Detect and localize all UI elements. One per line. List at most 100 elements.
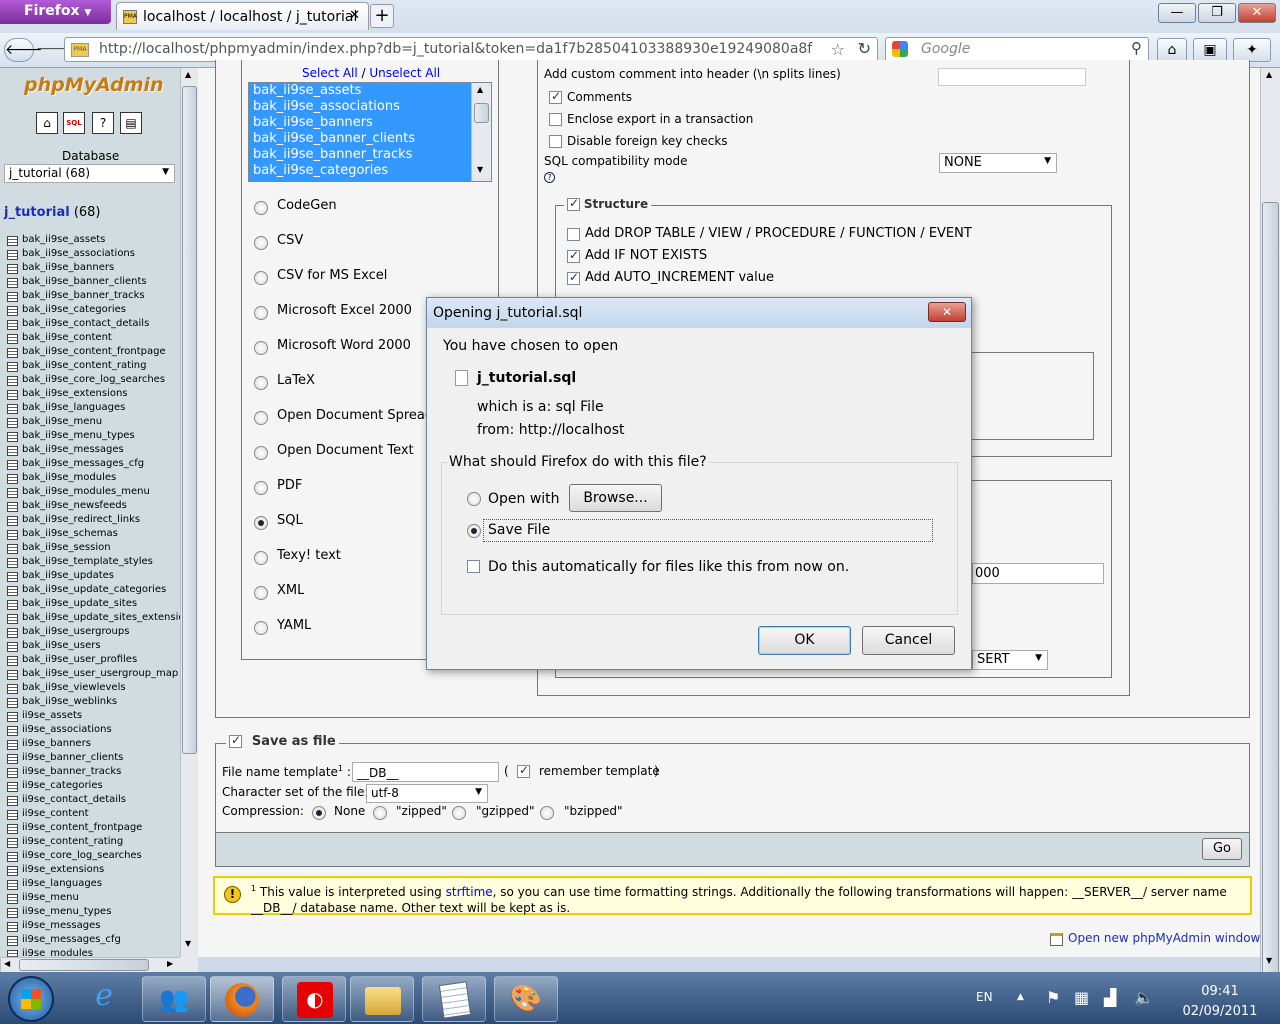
comments-checkbox[interactable]	[549, 89, 562, 104]
sidebar-table-item[interactable]: bak_ii9se_languages	[0, 401, 180, 415]
back-button[interactable]: 🡐	[4, 38, 43, 62]
language-indicator[interactable]: EN	[976, 990, 993, 1004]
save-as-file-checkbox[interactable]	[229, 733, 242, 748]
current-database[interactable]: j_tutorial (68)	[4, 205, 101, 220]
network-icon[interactable]: ▟	[1104, 988, 1116, 1007]
selected-table-option[interactable]: bak_ii9se_banners	[249, 115, 471, 131]
firefox-menu-button[interactable]: Firefox ▼	[0, 0, 111, 24]
sidebar-table-item[interactable]: bak_ii9se_assets	[0, 233, 180, 247]
sidebar-table-item[interactable]: ii9se_content	[0, 807, 180, 821]
sidebar-table-item[interactable]: ii9se_banner_tracks	[0, 765, 180, 779]
compat-mode-select[interactable]: NONE	[939, 153, 1057, 173]
sidebar-table-item[interactable]: bak_ii9se_user_profiles	[0, 653, 180, 667]
compression-radio[interactable]	[452, 806, 466, 820]
sidebar-table-item[interactable]: bak_ii9se_weblinks	[0, 695, 180, 709]
compression-radio[interactable]	[312, 806, 326, 820]
close-window-button[interactable]: ✕	[1238, 3, 1276, 23]
sidebar-table-item[interactable]: ii9se_content_rating	[0, 835, 180, 849]
sidebar-table-item[interactable]: bak_ii9se_updates	[0, 569, 180, 583]
new-window-link[interactable]: Open new phpMyAdmin window	[1068, 931, 1260, 945]
selected-table-option[interactable]: bak_ii9se_banner_tracks	[249, 147, 471, 163]
scroll-down-icon[interactable]: ▼	[185, 939, 191, 948]
search-input[interactable]: Google ⚲	[885, 37, 1149, 62]
sidebar-table-item[interactable]: bak_ii9se_banner_tracks	[0, 289, 180, 303]
format-radio[interactable]	[254, 341, 268, 355]
query-window-icon[interactable]: ?	[92, 112, 114, 134]
format-radio[interactable]	[254, 236, 268, 250]
main-scroll-thumb[interactable]	[1262, 202, 1279, 1022]
sidebar-scrollbar[interactable]: ▲ ▼	[180, 68, 198, 957]
auto-increment-checkbox[interactable]	[567, 270, 580, 285]
format-radio[interactable]	[254, 551, 268, 565]
strftime-link[interactable]: strftime	[446, 885, 493, 899]
sidebar-table-item[interactable]: bak_ii9se_update_sites_extensio	[0, 611, 180, 625]
sidebar-table-item[interactable]: bak_ii9se_user_usergroup_map	[0, 667, 180, 681]
save-file-radio[interactable]	[467, 524, 481, 538]
sidebar-table-item[interactable]: bak_ii9se_core_log_searches	[0, 373, 180, 387]
tab-localhost[interactable]: PMA localhost / localhost / j_tutorial ✕	[116, 2, 369, 30]
sidebar-table-item[interactable]: bak_ii9se_update_categories	[0, 583, 180, 597]
database-select[interactable]: j_tutorial (68)	[4, 164, 175, 183]
format-radio[interactable]	[254, 481, 268, 495]
sidebar-table-item[interactable]: bak_ii9se_associations	[0, 247, 180, 261]
scroll-up-icon[interactable]: ▲	[185, 70, 191, 79]
sidebar-table-item[interactable]: ii9se_extensions	[0, 863, 180, 877]
help-icon[interactable]: ?	[544, 172, 555, 183]
scroll-left-icon[interactable]: ◀	[4, 959, 10, 968]
format-radio[interactable]	[254, 271, 268, 285]
insert-type-select[interactable]: SERT	[972, 650, 1048, 670]
sidebar-table-item[interactable]: bak_ii9se_messages_cfg	[0, 457, 180, 471]
format-radio[interactable]	[254, 621, 268, 635]
cancel-button[interactable]: Cancel	[862, 626, 955, 655]
sidebar-table-item[interactable]: bak_ii9se_banners	[0, 261, 180, 275]
transaction-checkbox[interactable]	[549, 113, 562, 126]
sidebar-table-item[interactable]: bak_ii9se_session	[0, 541, 180, 555]
home-button[interactable]: ⌂	[1157, 38, 1187, 62]
tab-close-icon[interactable]: ✕	[349, 8, 360, 23]
sidebar-table-item[interactable]: bak_ii9se_modules_menu	[0, 485, 180, 499]
url-bar[interactable]: PMA http://localhost/phpmyadmin/index.ph…	[64, 37, 878, 62]
sidebar-table-item[interactable]: bak_ii9se_contact_details	[0, 317, 180, 331]
sidebar-table-item[interactable]: ii9se_messages	[0, 919, 180, 933]
structure-checkbox[interactable]	[567, 196, 580, 211]
compression-radio[interactable]	[540, 806, 554, 820]
sql-query-icon[interactable]: SQL	[63, 112, 85, 134]
template-input[interactable]: __DB__	[352, 762, 499, 782]
sidebar-table-item[interactable]: bak_ii9se_usergroups	[0, 625, 180, 639]
select-all-link[interactable]: Select All	[302, 66, 358, 80]
drop-table-checkbox[interactable]	[567, 228, 580, 241]
format-radio[interactable]	[254, 411, 268, 425]
main-scrollbar[interactable]: ▲ ▼	[1260, 68, 1280, 1022]
format-radio[interactable]	[254, 586, 268, 600]
unselect-all-link[interactable]: Unselect All	[369, 66, 440, 80]
sidebar-table-item[interactable]: ii9se_messages_cfg	[0, 933, 180, 947]
home-icon[interactable]: ⌂	[36, 112, 58, 134]
format-radio[interactable]	[254, 446, 268, 460]
sidebar-table-item[interactable]: ii9se_assets	[0, 709, 180, 723]
firefox-taskbar-icon[interactable]	[210, 976, 274, 1022]
sidebar-table-item[interactable]: bak_ii9se_categories	[0, 303, 180, 317]
selected-table-option[interactable]: bak_ii9se_associations	[249, 99, 471, 115]
sidebar-table-item[interactable]: bak_ii9se_banner_clients	[0, 275, 180, 289]
sidebar-table-item[interactable]: ii9se_contact_details	[0, 793, 180, 807]
new-tab-button[interactable]: +	[370, 4, 394, 28]
sidebar-table-item[interactable]: bak_ii9se_messages	[0, 443, 180, 457]
sidebar-hscrollbar[interactable]: ◀ ▶	[0, 957, 180, 972]
sidebar-table-item[interactable]: ii9se_languages	[0, 877, 180, 891]
sidebar-table-item[interactable]: ii9se_menu_types	[0, 905, 180, 919]
explorer-icon[interactable]	[350, 976, 414, 1022]
selected-table-option[interactable]: bak_ii9se_banner_clients	[249, 131, 471, 147]
browse-button[interactable]: Browse...	[569, 484, 662, 512]
foreign-key-checkbox[interactable]	[549, 135, 562, 148]
format-radio[interactable]	[254, 516, 268, 530]
auto-action-checkbox[interactable]	[467, 560, 480, 573]
list-down-icon[interactable]: ▼	[477, 165, 483, 174]
maximize-button[interactable]: ❐	[1198, 3, 1236, 23]
main-scroll-up-icon[interactable]: ▲	[1266, 70, 1272, 79]
show-hidden-icons[interactable]: ▲	[1017, 992, 1024, 1002]
reload-icon[interactable]: ↻	[858, 39, 871, 58]
sidebar-table-item[interactable]: bak_ii9se_content_frontpage	[0, 345, 180, 359]
selected-table-option[interactable]: bak_ii9se_categories	[249, 163, 471, 179]
dialog-close-button[interactable]: ✕	[928, 302, 966, 322]
phpmyadmin-logo[interactable]: phpMyAdmin	[24, 74, 164, 96]
